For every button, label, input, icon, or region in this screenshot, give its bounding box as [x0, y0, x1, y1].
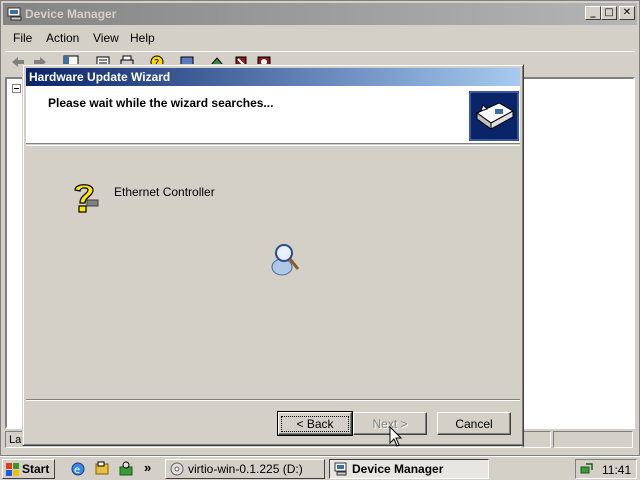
computer-icon: [7, 7, 22, 21]
cd-drive-icon: [170, 462, 184, 476]
menu-file[interactable]: File: [13, 31, 32, 45]
menu-help[interactable]: Help: [130, 31, 155, 45]
wizard-heading: Please wait while the wizard searches...: [48, 96, 274, 110]
taskbar-item-label: virtio-win-0.1.225 (D:): [188, 462, 303, 476]
status-pane-2: [523, 431, 551, 448]
network-quicklaunch-icon[interactable]: [118, 461, 134, 477]
computer-icon: [334, 462, 347, 476]
menu-action[interactable]: Action: [46, 31, 79, 45]
window-title: Device Manager: [25, 7, 117, 21]
wizard-bottom-divider: [26, 399, 520, 401]
start-button[interactable]: Start: [2, 459, 55, 479]
back-button-label: < Back: [281, 415, 349, 432]
device-manager-titlebar[interactable]: Device Manager _ □ ✕: [3, 3, 637, 25]
cancel-button[interactable]: Cancel: [437, 412, 511, 435]
maximize-button[interactable]: □: [601, 6, 617, 20]
taskbar: Start e » virtio-win-0.1.225 (D:) Device…: [0, 456, 640, 480]
minimize-button[interactable]: _: [585, 6, 601, 20]
unknown-device-question-icon: [74, 184, 99, 213]
hardware-card-icon: [469, 91, 519, 141]
quicklaunch-overflow-chevron[interactable]: »: [144, 460, 151, 475]
network-connection-icon[interactable]: [580, 462, 594, 476]
svg-text:e: e: [74, 465, 80, 476]
magnifier-search-icon: [271, 244, 300, 276]
taskbar-item-virtio-drive[interactable]: virtio-win-0.1.225 (D:): [165, 459, 325, 479]
wizard-title: Hardware Update Wizard: [29, 70, 171, 84]
mouse-cursor-icon: [389, 426, 403, 447]
hardware-update-wizard-dialog: Hardware Update Wizard Please wait while…: [22, 64, 524, 446]
back-button[interactable]: < Back: [277, 411, 353, 436]
taskbar-item-device-manager[interactable]: Device Manager: [329, 459, 489, 479]
device-name-label: Ethernet Controller: [114, 185, 215, 199]
clock[interactable]: 11:41: [602, 463, 631, 477]
wizard-titlebar[interactable]: Hardware Update Wizard: [26, 68, 520, 86]
start-label: Start: [22, 462, 50, 476]
menu-view[interactable]: View: [93, 31, 119, 45]
system-tray: 11:41: [575, 459, 637, 479]
ie-quicklaunch-icon[interactable]: e: [70, 461, 86, 477]
taskbar-item-label: Device Manager: [352, 462, 444, 476]
wizard-header: Please wait while the wizard searches...: [26, 86, 520, 144]
explorer-quicklaunch-icon[interactable]: [94, 461, 110, 477]
wizard-header-divider: [26, 145, 520, 146]
menu-bar: File Action View Help: [5, 28, 635, 48]
close-button[interactable]: ✕: [619, 6, 635, 20]
windows-logo-icon: [6, 463, 19, 476]
tree-expand-icon[interactable]: [12, 84, 21, 93]
status-pane-3: [553, 431, 633, 448]
